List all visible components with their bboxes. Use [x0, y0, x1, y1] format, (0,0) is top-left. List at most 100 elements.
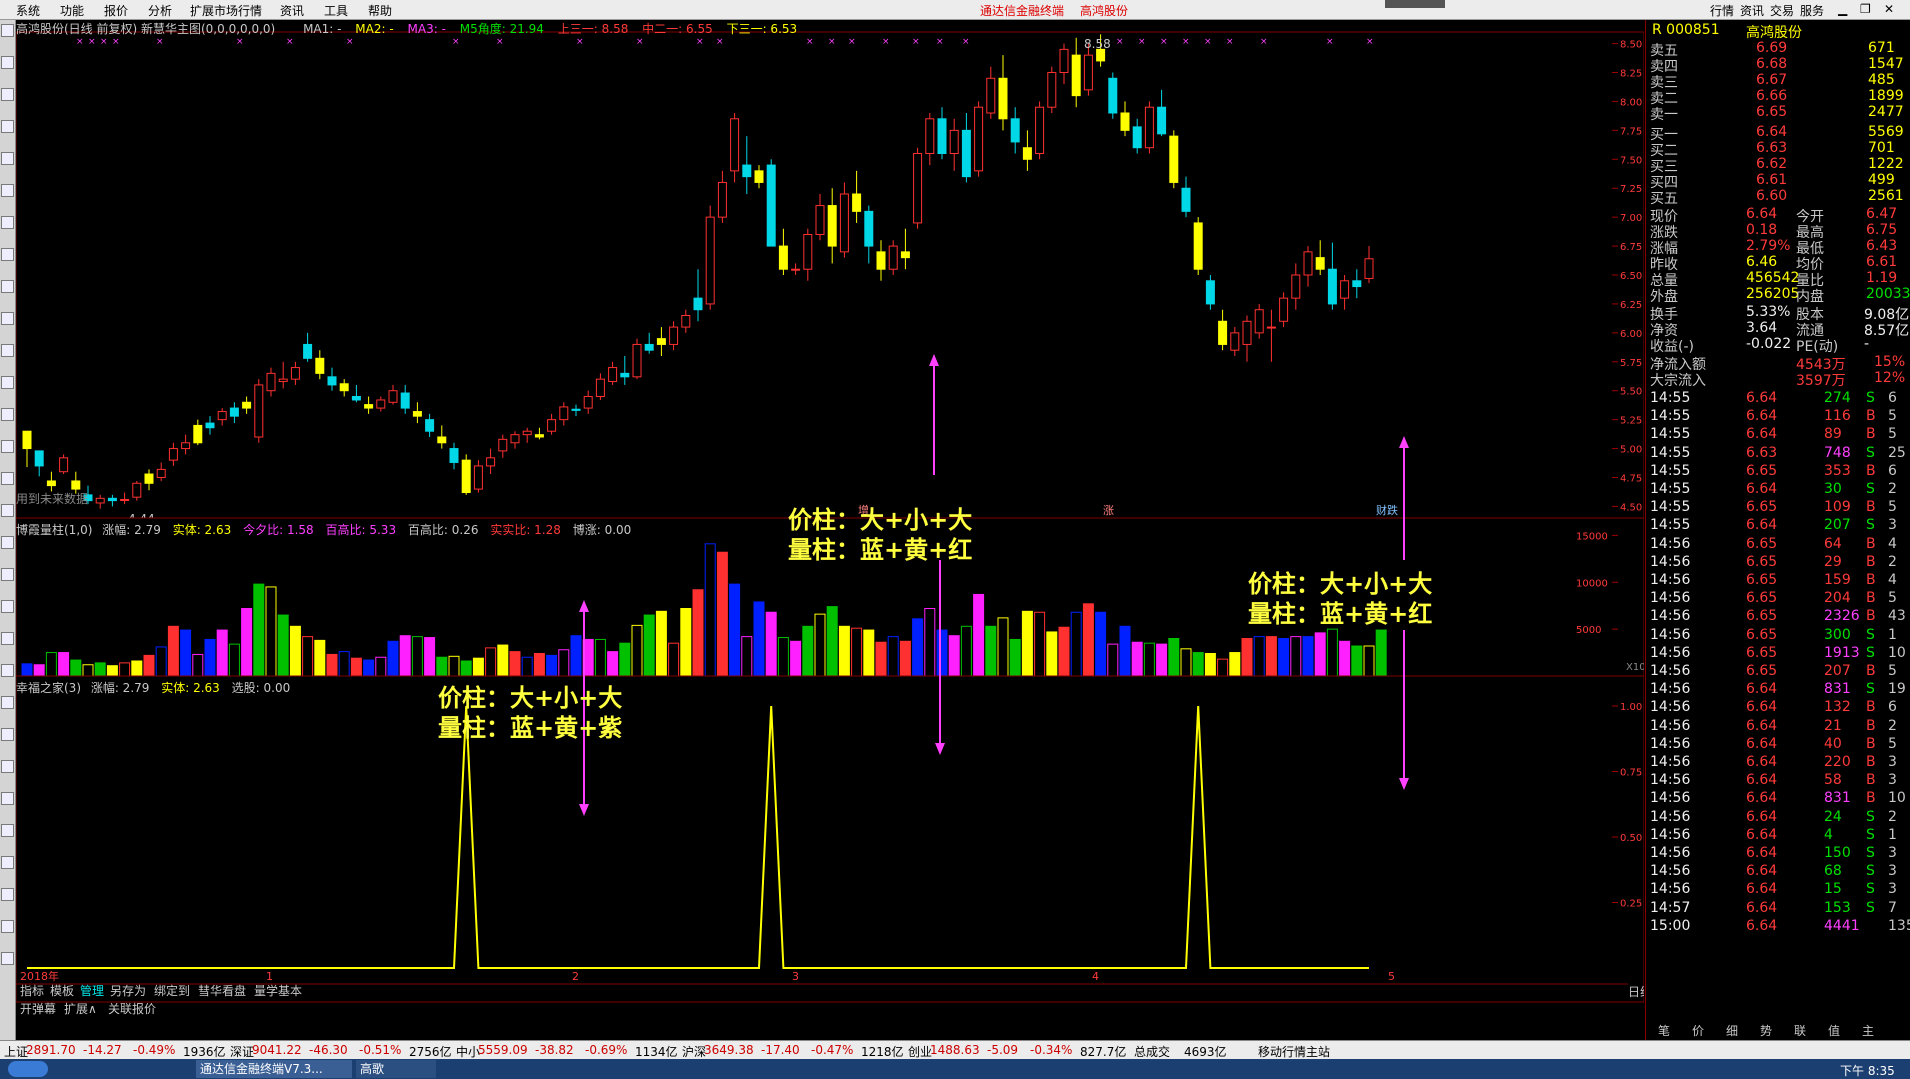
tab-news[interactable]: 资讯	[1740, 2, 1764, 19]
left-toolbar-icon-10[interactable]	[1, 344, 14, 357]
menu-analysis[interactable]: 分析	[148, 2, 172, 19]
minimize-icon[interactable]: ▁	[1838, 2, 1847, 16]
left-toolbar-icon-8[interactable]	[1, 280, 14, 293]
taskbar-app-gaoge[interactable]: 高歌	[356, 1060, 436, 1078]
tab-market[interactable]: 行情	[1710, 2, 1734, 19]
volume-bar	[607, 651, 619, 677]
tab-trade[interactable]: 交易	[1770, 2, 1794, 19]
tab-manage[interactable]: 管理	[80, 982, 104, 999]
tick-price: 6.64	[1746, 681, 1778, 698]
tick-volume: 300	[1824, 626, 1851, 643]
volume-bar	[716, 551, 728, 677]
left-toolbar-icon-29[interactable]	[1, 952, 14, 965]
chart-area[interactable]: 8.50 8.25 8.00 7.75 7.50 7.25 7.00 6.75 6.50 6.25…	[15, 20, 1652, 1020]
left-toolbar-icon-19[interactable]	[1, 632, 14, 645]
chart-svg[interactable]: 8.50 8.25 8.00 7.75 7.50 7.25 7.00 6.75 6.50 6.25…	[15, 20, 1652, 1020]
left-toolbar-icon-15[interactable]	[1, 504, 14, 517]
left-toolbar-icon-20[interactable]	[1, 664, 14, 677]
left-toolbar-icon-0[interactable]	[1, 24, 14, 37]
quote-tab-4[interactable]: 联	[1794, 1022, 1806, 1039]
taskbar-clock: 下午 8:35	[1840, 1064, 1895, 1078]
menu-system[interactable]: 系统	[16, 2, 40, 19]
index-1-n[interactable]: 深证	[230, 1043, 254, 1060]
left-toolbar-icon-5[interactable]	[1, 184, 14, 197]
index-4-n[interactable]: 创业	[908, 1043, 932, 1060]
top-mark-20: ×	[962, 37, 970, 47]
candle-body	[486, 457, 496, 467]
left-toolbar-icon-4[interactable]	[1, 152, 14, 165]
index-3-n[interactable]: 沪深	[682, 1043, 706, 1060]
volume-bar	[192, 653, 204, 677]
tab-indicator[interactable]: 指标	[20, 982, 44, 999]
quote-tab-2[interactable]: 细	[1726, 1022, 1738, 1039]
drag-handle[interactable]	[1385, 0, 1445, 8]
tick-side: B	[1866, 462, 1876, 479]
left-toolbar-icon-16[interactable]	[1, 536, 14, 549]
left-toolbar-icon-6[interactable]	[1, 216, 14, 229]
tick-price: 6.65	[1746, 535, 1778, 552]
high-price-label: 8.58	[1084, 37, 1111, 51]
ma3-value: MA3: -	[407, 22, 446, 36]
index-2-n[interactable]: 中小	[456, 1043, 480, 1060]
quote-tab-6[interactable]: 主	[1862, 1022, 1874, 1039]
menu-function[interactable]: 功能	[60, 2, 84, 19]
menu-news[interactable]: 资讯	[280, 2, 304, 19]
left-toolbar-icon-22[interactable]	[1, 728, 14, 741]
left-toolbar-icon-24[interactable]	[1, 792, 14, 805]
left-toolbar-icon-17[interactable]	[1, 568, 14, 581]
candle-body	[217, 411, 227, 421]
quote-tab-3[interactable]: 势	[1760, 1022, 1772, 1039]
left-toolbar-icon-11[interactable]	[1, 376, 14, 389]
left-toolbar-icon-23[interactable]	[1, 760, 14, 773]
price-tick-label-9: 6.25	[1620, 300, 1642, 311]
left-toolbar-icon-7[interactable]	[1, 248, 14, 261]
menu-help[interactable]: 帮助	[368, 2, 392, 19]
quote-tab-1[interactable]: 价	[1692, 1022, 1704, 1039]
close-icon[interactable]: ✕	[1884, 2, 1894, 16]
tick-price: 6.64	[1746, 899, 1778, 916]
candle-body	[181, 442, 191, 450]
restore-icon[interactable]: ❐	[1860, 2, 1871, 16]
left-toolbar-icon-1[interactable]	[1, 56, 14, 69]
top-mark-21: ×	[1116, 37, 1124, 47]
candle-body	[1132, 126, 1142, 149]
taskbar-app-tdx[interactable]: 通达信金融终端V7.3...	[196, 1060, 352, 1078]
quote-tab-5[interactable]: 值	[1828, 1022, 1840, 1039]
left-toolbar-icon-21[interactable]	[1, 696, 14, 709]
left-toolbar-icon-18[interactable]	[1, 600, 14, 613]
left-toolbar-icon-25[interactable]	[1, 824, 14, 837]
candle-body	[937, 118, 947, 154]
tab-bind-to[interactable]: 绑定到	[154, 982, 190, 999]
index-mobile[interactable]: 移动行情主站	[1258, 1043, 1330, 1060]
left-toolbar-icon-13[interactable]	[1, 440, 14, 453]
menu-quote[interactable]: 报价	[104, 2, 128, 19]
tick-count: 3	[1888, 845, 1897, 861]
menu-tools[interactable]: 工具	[324, 2, 348, 19]
tab-template[interactable]: 模板	[50, 982, 74, 999]
tab-save-as[interactable]: 另存为	[110, 982, 146, 999]
left-toolbar-icon-26[interactable]	[1, 856, 14, 869]
bid-volume: 1222	[1868, 156, 1904, 172]
left-toolbar-icon-9[interactable]	[1, 312, 14, 325]
danmaku-button[interactable]: 开弹幕	[20, 1000, 56, 1017]
left-toolbar-icon-27[interactable]	[1, 888, 14, 901]
left-toolbar-icon-14[interactable]	[1, 472, 14, 485]
extend-button[interactable]: 扩展∧	[64, 1000, 97, 1017]
candle-body	[193, 424, 203, 444]
menu-extended-market[interactable]: 扩展市场行情	[190, 2, 262, 19]
left-toolbar-icon-12[interactable]	[1, 408, 14, 421]
left-toolbar-icon-3[interactable]	[1, 120, 14, 133]
index-0-n[interactable]: 上证	[4, 1043, 28, 1060]
linked-quote-button[interactable]: 关联报价	[108, 1000, 156, 1017]
quote-tab-0[interactable]: 笔	[1658, 1022, 1670, 1039]
signal-body: 实体: 2.63	[161, 681, 220, 695]
tick-time: 15:00	[1650, 917, 1691, 934]
left-toolbar-icon-2[interactable]	[1, 88, 14, 101]
tick-time: 14:55	[1650, 408, 1691, 425]
stat-label2: 内盘	[1796, 289, 1824, 305]
tab-liangxue[interactable]: 量学基本	[254, 982, 302, 999]
tab-huihua[interactable]: 彗华看盘	[198, 982, 246, 999]
start-button[interactable]	[8, 1061, 48, 1077]
tab-service[interactable]: 服务	[1800, 2, 1824, 19]
left-toolbar-icon-28[interactable]	[1, 920, 14, 933]
